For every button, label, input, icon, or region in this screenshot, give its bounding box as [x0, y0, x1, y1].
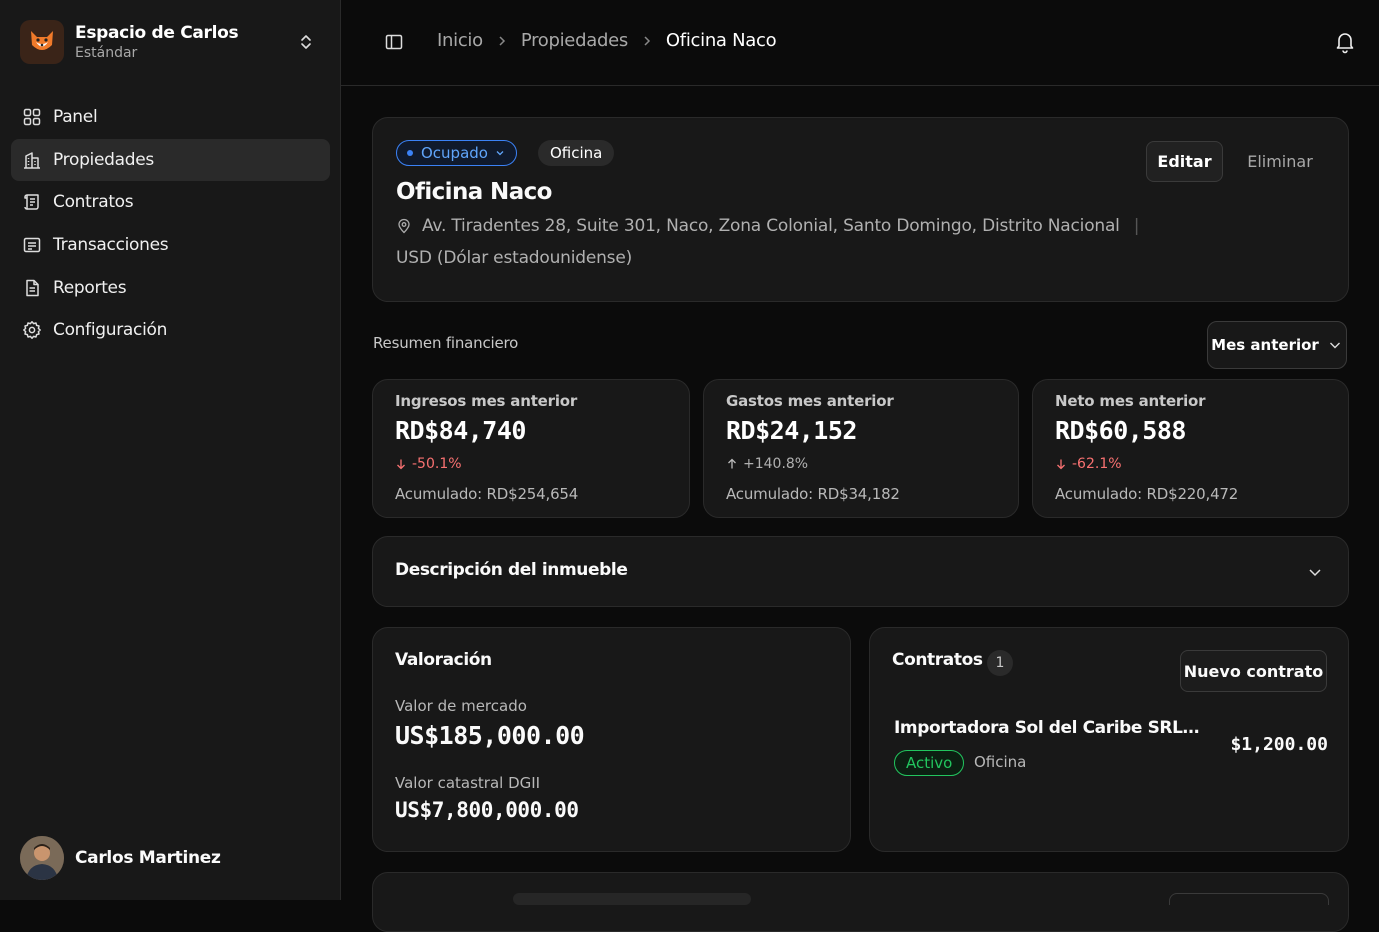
sidebar-toggle-icon[interactable]	[384, 32, 404, 52]
chevron-down-icon	[496, 151, 504, 156]
sidebar-item-panel[interactable]: Panel	[11, 96, 330, 138]
valuation-card: Valoración Valor de mercado US$185,000.0…	[372, 627, 851, 852]
breadcrumb: Inicio Propiedades Oficina Naco	[437, 30, 777, 51]
property-address: Av. Tiradentes 28, Suite 301, Naco, Zona…	[396, 216, 1139, 236]
stat-card-income: Ingresos mes anterior RD$84,740 -50.1% A…	[372, 379, 690, 518]
stat-value: RD$84,740	[395, 416, 526, 445]
market-value-label: Valor de mercado	[395, 697, 527, 715]
breadcrumb-inicio[interactable]: Inicio	[437, 30, 483, 51]
contracts-count-badge: 1	[987, 650, 1013, 676]
contract-status-badge: Activo	[894, 750, 965, 776]
avatar	[20, 836, 64, 880]
contract-party: Importadora Sol del Caribe SRL José	[894, 718, 1202, 738]
stat-value: RD$24,152	[726, 416, 857, 445]
stat-change: -62.1%	[1055, 456, 1122, 472]
stat-label: Gastos mes anterior	[726, 392, 894, 410]
sidebar-item-label: Configuración	[53, 320, 168, 341]
tab-strip[interactable]	[513, 893, 751, 905]
description-accordion[interactable]: Descripción del inmueble	[372, 536, 1349, 607]
sidebar-item-configuracion[interactable]: Configuración	[11, 309, 330, 351]
sidebar-nav: Panel Propiedades Contratos Transaccione…	[11, 96, 330, 352]
bell-icon[interactable]	[1333, 30, 1357, 54]
receipt-icon	[23, 237, 41, 253]
arrow-up-icon	[728, 458, 736, 469]
sidebar-item-label: Reportes	[53, 277, 127, 298]
stat-change-value: -50.1%	[412, 456, 462, 472]
breadcrumb-propiedades[interactable]: Propiedades	[521, 30, 628, 51]
sidebar-item-label: Contratos	[53, 192, 134, 213]
workspace-logo	[20, 20, 64, 64]
workspace-plan: Estándar	[75, 45, 138, 61]
sidebar-item-propiedades[interactable]: Propiedades	[11, 138, 330, 181]
workspace-name: Espacio de Carlos	[75, 23, 239, 43]
sidebar-item-transacciones[interactable]: Transacciones	[11, 224, 330, 266]
contracts-card: Contratos 1 Nuevo contrato Importadora S…	[869, 627, 1349, 852]
gear-icon	[23, 321, 41, 340]
divider: |	[1133, 216, 1140, 236]
topbar: Inicio Propiedades Oficina Naco	[341, 0, 1379, 86]
chevron-up-down-icon	[301, 35, 311, 49]
sidebar: Espacio de Carlos Estándar Panel Propied…	[0, 0, 341, 900]
edit-button[interactable]: Editar	[1146, 141, 1223, 182]
valuation-title: Valoración	[395, 650, 492, 670]
finance-section-title: Resumen financiero	[373, 334, 519, 352]
type-badge: Oficina	[538, 140, 615, 166]
chevron-down-icon	[1329, 342, 1340, 349]
user-menu[interactable]: Carlos Martinez	[20, 836, 221, 880]
next-section-card	[372, 872, 1349, 932]
description-title: Descripción del inmueble	[395, 560, 628, 580]
contract-type: Oficina	[974, 753, 1027, 771]
user-name: Carlos Martinez	[75, 848, 221, 868]
stat-change: +140.8%	[726, 456, 808, 472]
status-dot	[407, 150, 413, 156]
sidebar-item-label: Propiedades	[53, 149, 154, 170]
file-icon	[26, 279, 39, 296]
stat-value: RD$60,588	[1055, 416, 1186, 445]
stat-change-value: -62.1%	[1072, 456, 1122, 472]
cadastral-value: US$7,800,000.00	[395, 798, 579, 822]
cadastral-value-label: Valor catastral DGII	[395, 774, 541, 792]
contract-row[interactable]: Importadora Sol del Caribe SRL José $1,2…	[892, 718, 1328, 780]
stat-label: Neto mes anterior	[1055, 392, 1206, 410]
arrow-down-icon	[1057, 459, 1065, 470]
address-text: Av. Tiradentes 28, Suite 301, Naco, Zona…	[422, 216, 1120, 236]
stat-accumulated: Acumulado: RD$220,472	[1055, 485, 1239, 503]
stat-change-value: +140.8%	[743, 456, 809, 472]
page-title: Oficina Naco	[396, 179, 552, 205]
stat-change: -50.1%	[395, 456, 462, 472]
section-action-button[interactable]	[1169, 893, 1329, 905]
arrow-down-icon	[397, 459, 405, 470]
contract-amount: $1,200.00	[1230, 734, 1328, 755]
chevron-right-icon	[640, 34, 654, 48]
stat-label: Ingresos mes anterior	[395, 392, 578, 410]
new-contract-button[interactable]: Nuevo contrato	[1180, 650, 1327, 692]
status-label: Ocupado	[421, 144, 488, 162]
status-badge[interactable]: Ocupado	[396, 140, 517, 166]
scroll-icon	[24, 194, 39, 211]
chevron-down-icon	[1309, 569, 1321, 577]
grid-icon	[23, 108, 41, 126]
period-label: Mes anterior	[1211, 336, 1319, 354]
contracts-title: Contratos	[892, 650, 983, 670]
stat-card-expenses: Gastos mes anterior RD$24,152 +140.8% Ac…	[703, 379, 1019, 518]
property-currency: USD (Dólar estadounidense)	[396, 248, 633, 268]
workspace-switcher[interactable]: Espacio de Carlos Estándar	[20, 20, 330, 64]
sidebar-item-label: Panel	[53, 107, 98, 127]
market-value: US$185,000.00	[395, 721, 585, 750]
chevron-right-icon	[495, 34, 509, 48]
sidebar-item-contratos[interactable]: Contratos	[11, 181, 330, 223]
breadcrumb-current: Oficina Naco	[665, 30, 777, 51]
stat-accumulated: Acumulado: RD$34,182	[726, 485, 900, 503]
sidebar-item-reportes[interactable]: Reportes	[11, 267, 330, 309]
property-header-card: Ocupado Oficina Oficina Naco Av. Tiraden…	[372, 117, 1349, 302]
period-select[interactable]: Mes anterior	[1207, 321, 1347, 369]
building-icon	[24, 151, 40, 169]
delete-button[interactable]: Eliminar	[1239, 141, 1321, 182]
sidebar-item-label: Transacciones	[53, 235, 169, 256]
stat-card-net: Neto mes anterior RD$60,588 -62.1% Acumu…	[1032, 379, 1349, 518]
stat-accumulated: Acumulado: RD$254,654	[395, 485, 579, 503]
map-pin-icon	[398, 218, 410, 234]
